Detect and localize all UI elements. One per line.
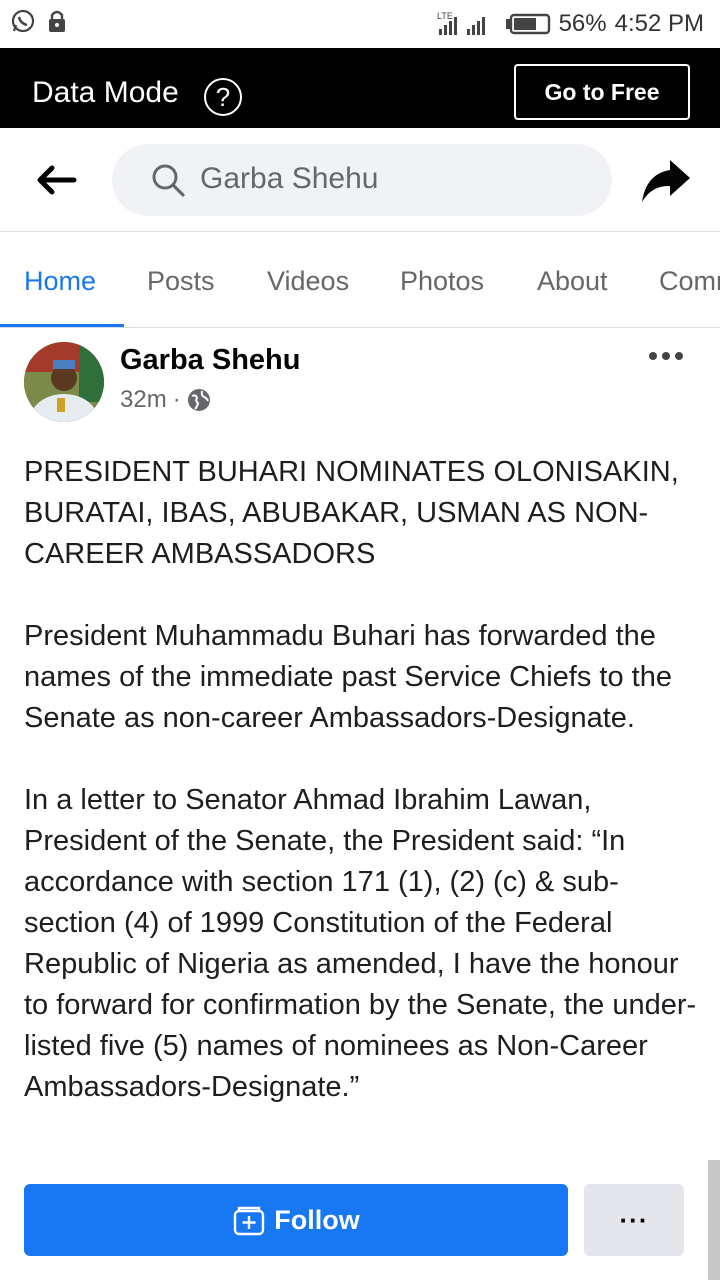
clock: 4:52 PM: [614, 10, 704, 37]
data-mode-title: Data Mode: [32, 76, 179, 109]
signal-icon: LTE: [437, 11, 485, 35]
post-paragraph: In a letter to Senator Ahmad Ibrahim Law…: [24, 784, 697, 1103]
go-to-free-button[interactable]: Go to Free: [514, 64, 690, 120]
follow-label: Follow: [274, 1204, 360, 1235]
post-body: PRESIDENT BUHARI NOMINATES OLONISAKIN, B…: [24, 452, 708, 1152]
battery-percent: 56%: [558, 10, 607, 37]
profile-photo: [24, 342, 104, 422]
status-left-icons: [10, 8, 70, 34]
search-query: Garba Shehu: [200, 162, 379, 195]
search-input[interactable]: Garba Shehu: [112, 144, 612, 216]
help-button[interactable]: ?: [204, 78, 242, 116]
tab-videos[interactable]: Videos: [267, 266, 349, 297]
author-name[interactable]: Garba Shehu: [120, 344, 301, 377]
avatar[interactable]: [24, 342, 104, 422]
lock-icon: [49, 10, 65, 32]
whatsapp-icon: [11, 9, 35, 33]
active-tab-indicator: [0, 324, 124, 327]
follow-button[interactable]: Follow: [24, 1184, 568, 1256]
search-header: Garba Shehu: [0, 128, 720, 232]
post-headline: PRESIDENT BUHARI NOMINATES OLONISAKIN, B…: [24, 456, 679, 570]
meta-separator: ·: [172, 386, 181, 413]
tab-about[interactable]: About: [537, 266, 608, 297]
status-bar: LTE 56% 4:52 PM: [0, 0, 720, 48]
tab-home[interactable]: Home: [24, 266, 96, 297]
post-paragraph: President Muhammadu Buhari has forwarded…: [24, 620, 672, 734]
post-time[interactable]: 32m: [120, 386, 167, 414]
tab-community[interactable]: Comm: [659, 266, 720, 297]
scrollbar[interactable]: [708, 1160, 720, 1280]
status-right: LTE 56% 4:52 PM: [437, 10, 704, 38]
more-actions-button[interactable]: ···: [584, 1184, 684, 1256]
follow-page-icon: [234, 1206, 265, 1236]
post-header: Garba Shehu 32m ·: [0, 340, 720, 430]
back-arrow-icon[interactable]: [34, 162, 78, 198]
data-mode-bar: Data Mode ? Go to Free: [0, 48, 720, 128]
bottom-action-bar: Follow ···: [0, 1160, 720, 1280]
tab-posts[interactable]: Posts: [147, 266, 215, 297]
network-type: LTE: [437, 11, 453, 21]
profile-tabs: Home Posts Videos Photos About Comm: [0, 232, 720, 328]
share-icon[interactable]: [640, 158, 692, 204]
tab-photos[interactable]: Photos: [400, 266, 484, 297]
more-actions-dots: ···: [619, 1204, 649, 1235]
post-meta: 32m ·: [120, 386, 211, 414]
more-options-icon[interactable]: [648, 350, 684, 362]
globe-icon: [187, 389, 210, 411]
battery-icon: [505, 13, 550, 35]
search-icon: [152, 164, 185, 197]
